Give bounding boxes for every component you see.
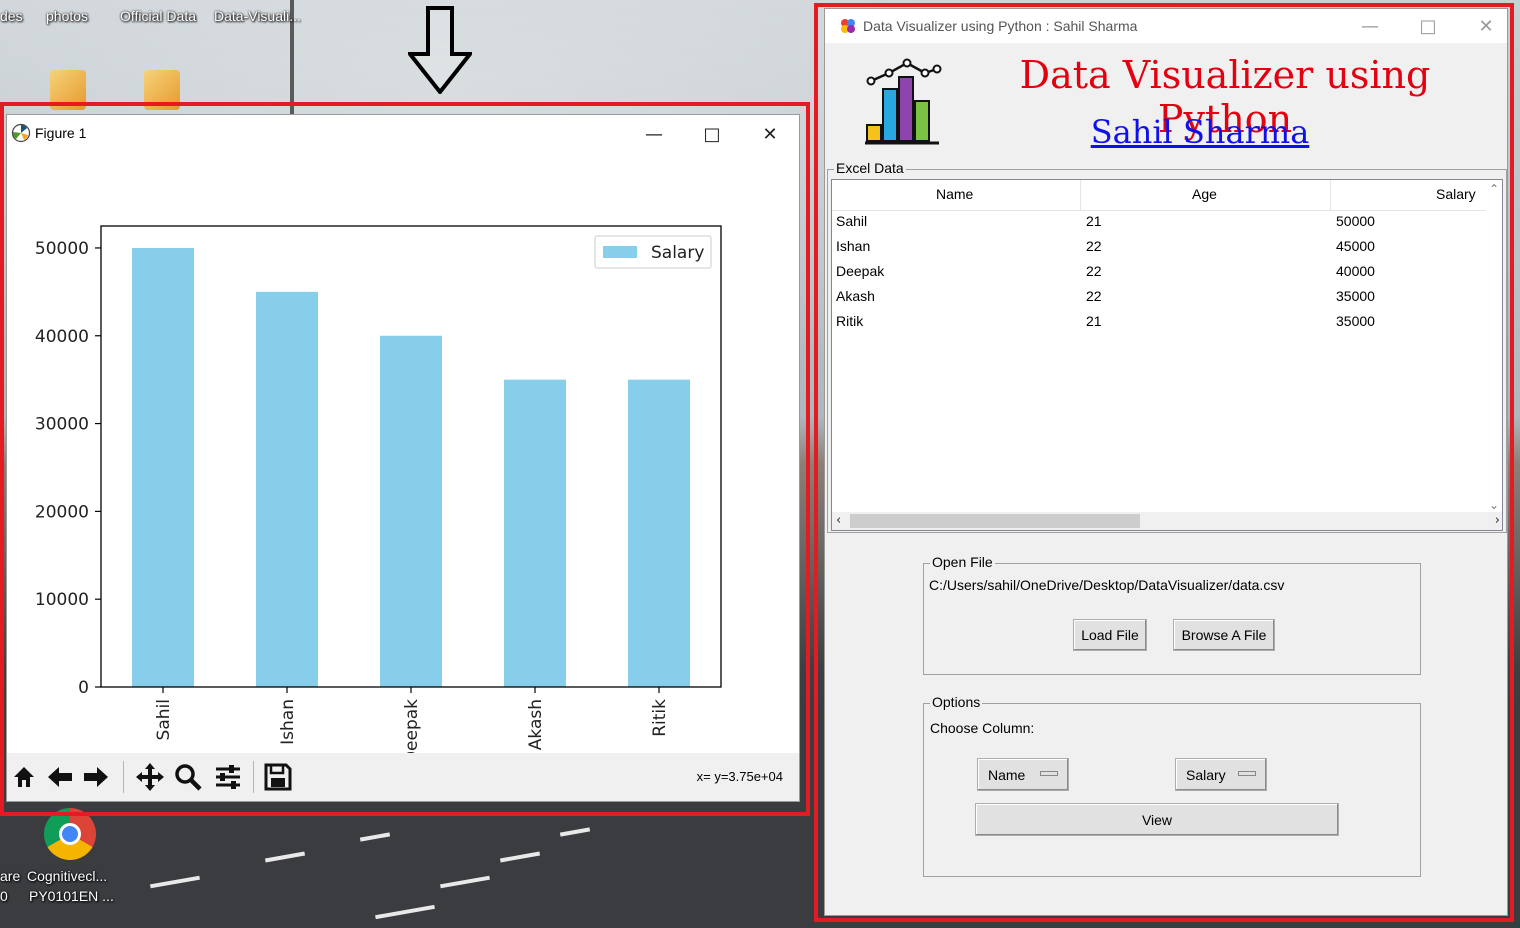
highlight-box-app <box>814 3 1514 922</box>
desktop-icon-label[interactable]: Cognitivecl... <box>27 868 107 884</box>
desktop-icon-label[interactable]: des <box>0 8 23 24</box>
desktop-icon-label[interactable]: 0 <box>0 888 8 904</box>
highlight-box-figure <box>0 102 810 816</box>
down-arrow-icon <box>408 6 472 94</box>
desktop-icon-label[interactable]: photos <box>46 8 88 24</box>
desktop-icon-label[interactable]: are <box>0 868 20 884</box>
desktop-icon-label[interactable]: Data-Visuali... <box>214 8 301 24</box>
desktop-icon-label[interactable]: PY0101EN ... <box>29 888 114 904</box>
desktop-icon-label[interactable]: Official Data <box>120 8 196 24</box>
